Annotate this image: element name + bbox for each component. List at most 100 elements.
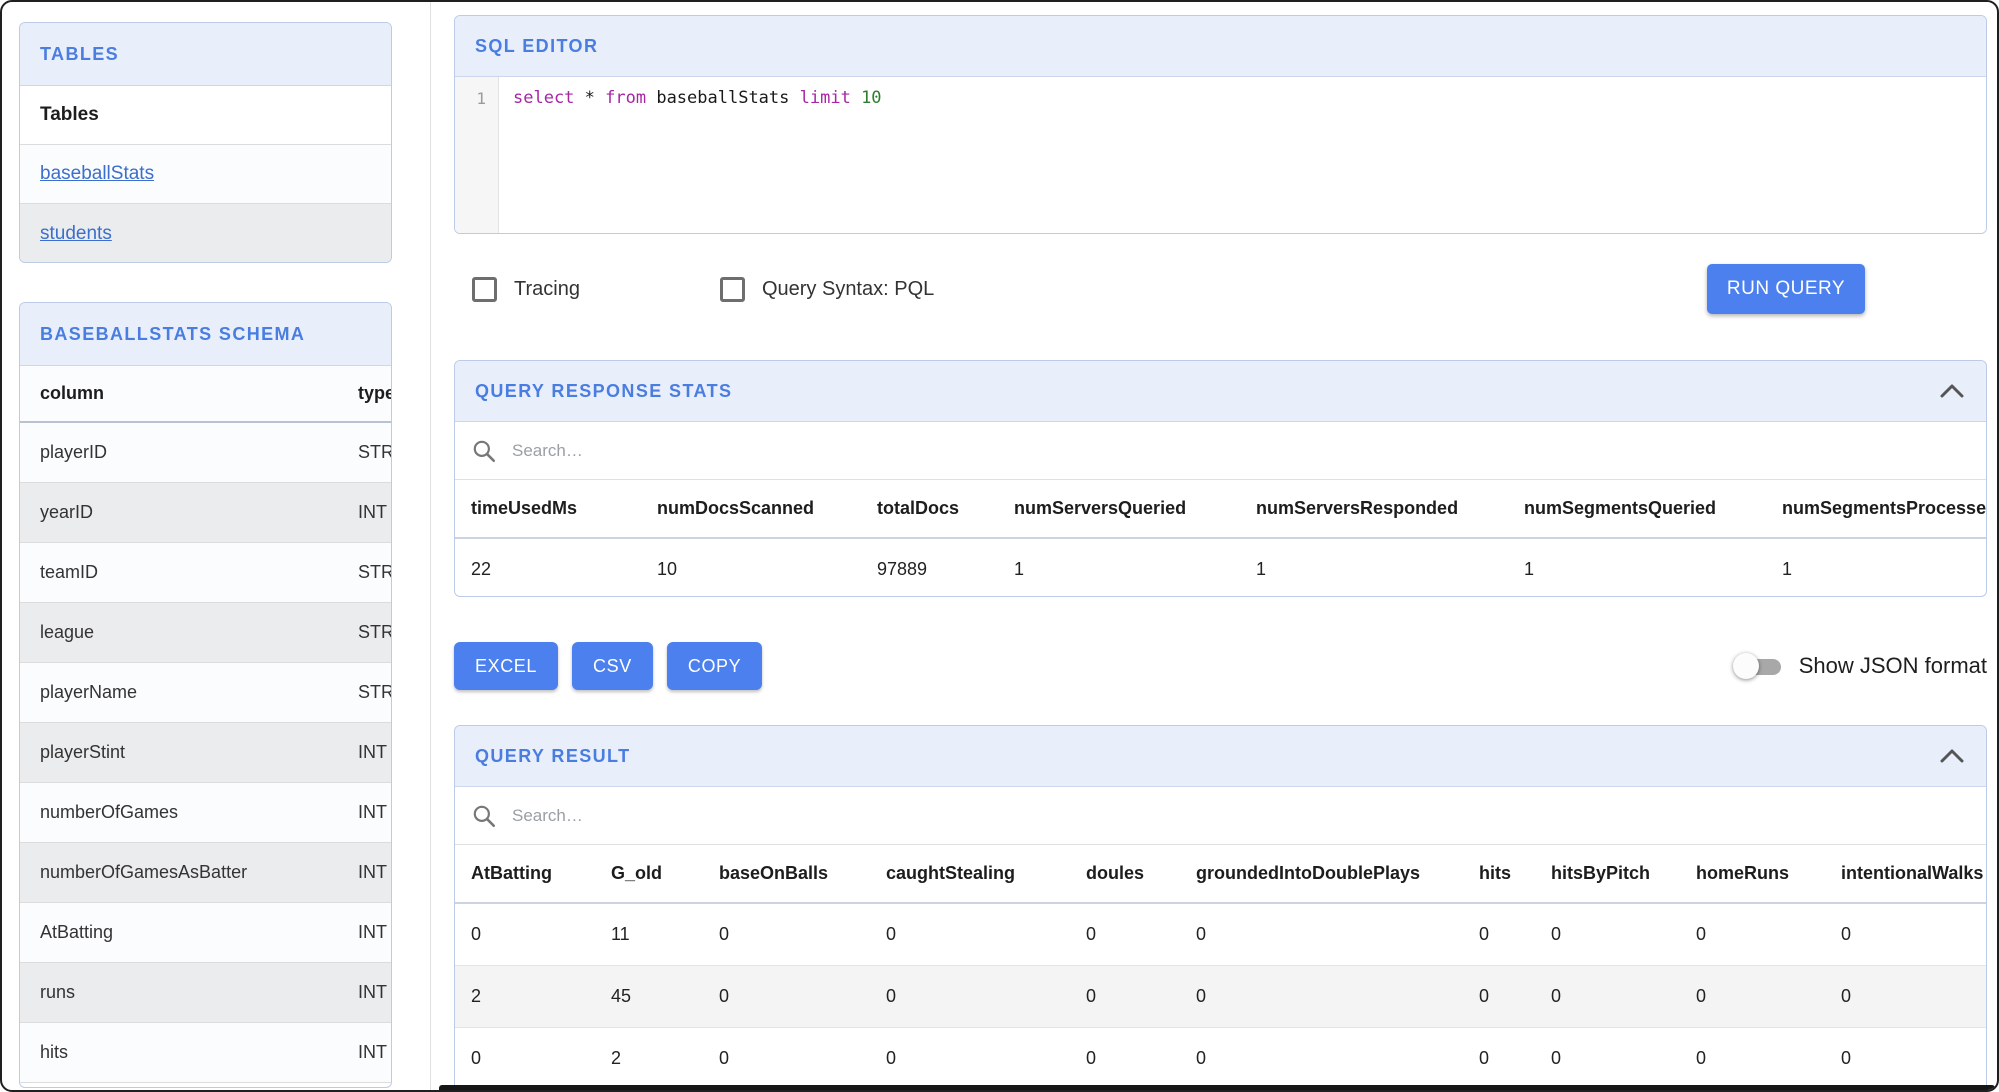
table-cell: INT [338,1022,391,1083]
table-cell: INT [338,962,391,1023]
sidebar-divider [430,2,431,1090]
table-cell: 11 [595,903,703,966]
json-format-toggle[interactable] [1732,652,1783,680]
csv-button[interactable]: CSV [572,642,653,690]
schema-row: numberOfGamesAsBatter INT [20,842,391,903]
result-search-input[interactable] [510,804,1970,827]
table-cell: 0 [1680,1027,1825,1090]
tables-list-header-label: Tables [40,104,99,125]
tables-panel-title: TABLES [40,43,120,64]
table-cell: INT [338,902,391,963]
excel-button[interactable]: EXCEL [454,642,559,690]
run-query-button[interactable]: RUN QUERY [1707,264,1865,314]
result-row: 0 11 0 0 0 0 0 0 0 0 [455,903,1986,966]
table-cell: STRING [338,542,391,603]
column-header-numSegmentsQueried: numSegmentsQueried [1508,480,1766,539]
schema-table-header-row: column type [20,366,391,423]
column-header-numServersResponded: numServersResponded [1240,480,1508,539]
table-cell: 0 [870,1027,1070,1090]
tracing-label: Tracing [514,277,580,300]
table-cell: teamID [20,542,338,603]
line-number-gutter: 1 [455,77,499,233]
table-cell: 0 [703,903,870,966]
json-format-label: Show JSON format [1798,653,1987,678]
table-cell: 2 [595,1027,703,1090]
table-cell: yearID [20,482,338,543]
tables-panel: TABLES Tables baseballStats students [19,22,392,263]
stats-panel-header: QUERY RESPONSE STATS [455,361,1986,422]
schema-panel-header: BASEBALLSTATS SCHEMA [20,303,391,366]
column-header-numSegmentsProcessed: numSegmentsProcessed [1766,480,1986,539]
table-cell: 1 [1240,538,1508,596]
table-cell: 1 [998,538,1240,596]
result-search-row [455,787,1986,845]
sql-code-line[interactable]: select * from baseballStats limit 10 [499,77,1986,233]
column-header-type: type [338,366,391,423]
column-header-caughtStealing: caughtStealing [870,845,1070,904]
table-cell: 0 [1463,903,1535,966]
schema-row: yearID INT [20,482,391,543]
code-token: select [513,88,575,108]
table-cell: 2 [455,965,595,1028]
table-cell: 0 [1463,1027,1535,1090]
column-header-hits: hits [1463,845,1535,904]
stats-panel-title: QUERY RESPONSE STATS [475,380,733,401]
table-cell: 0 [1535,1027,1680,1090]
column-header-groundedIntoDoublePlays: groundedIntoDoublePlays [1180,845,1463,904]
table-cell: 0 [1825,903,1986,966]
list-item-label: baseballStats [40,163,155,184]
schema-row: runs INT [20,962,391,1023]
table-link-students[interactable]: students [20,204,391,262]
result-panel-header: QUERY RESULT [455,726,1986,787]
table-cell: 0 [1070,1027,1180,1090]
table-cell: 0 [1463,965,1535,1028]
schema-row: playerIDSTRING [20,422,391,483]
sql-code-editor[interactable]: 1 select * from baseballStats limit 10 [455,77,1986,233]
table-cell: 0 [1680,965,1825,1028]
code-token: baseballStats [646,88,800,108]
table-cell: 97889 [861,538,998,596]
schema-panel: BASEBALLSTATS SCHEMA column type playerID… [19,302,392,1088]
stats-table-header-row: timeUsedMs numDocsScanned totalDocs numServ… [455,480,1986,539]
stats-search-input[interactable] [510,439,1970,462]
column-header-timeUsedMs: timeUsedMs [455,480,641,539]
table-cell: 0 [1825,1027,1986,1090]
table-cell: 0 [1180,965,1463,1028]
search-icon [473,440,496,462]
table-cell: 0 [870,903,1070,966]
code-token: limit [799,88,851,108]
search-icon [473,805,496,827]
code-token: * [574,88,606,108]
tracing-checkbox[interactable] [472,276,497,302]
code-token: 10 [861,88,882,108]
table-cell: numberOfGames [20,782,338,843]
column-header-baseOnBalls: baseOnBalls [703,845,870,904]
table-cell: 1 [1508,538,1766,596]
horizontal-scrollbar[interactable] [439,1085,1995,1090]
table-cell: 0 [1535,903,1680,966]
column-header-column: column [20,366,338,423]
copy-button[interactable]: COPY [666,642,763,690]
sql-editor-panel: SQL EDITOR 1 select * from baseballStats… [454,15,1987,234]
table-cell: INT [338,722,391,783]
schema-table: columntype playerIDSTRINGyearIDINTteamID… [20,366,391,1083]
stats-search-row [455,422,1986,480]
query-controls-row: Tracing Query Syntax: PQL RUN QUERY [454,264,1987,314]
table-link-baseballStats[interactable]: baseballStats [20,145,391,204]
table-cell: 0 [1825,965,1986,1028]
chevron-up-icon [1940,749,1964,763]
table-cell: 10 [641,538,861,596]
toggle-knob [1732,653,1759,679]
line-number: 1 [476,89,486,108]
table-cell: 0 [1180,1027,1463,1090]
table-cell: STRING [338,602,391,663]
table-cell: AtBatting [20,902,338,963]
pinot-query-console: TABLES Tables baseballStats students BASE… [0,0,1999,1092]
result-panel-title: QUERY RESULT [475,745,631,766]
stats-collapse-button[interactable] [1936,380,1968,402]
pql-syntax-checkbox[interactable] [719,276,745,302]
table-cell: 45 [595,965,703,1028]
result-collapse-button[interactable] [1936,745,1968,767]
table-cell: 0 [1680,903,1825,966]
